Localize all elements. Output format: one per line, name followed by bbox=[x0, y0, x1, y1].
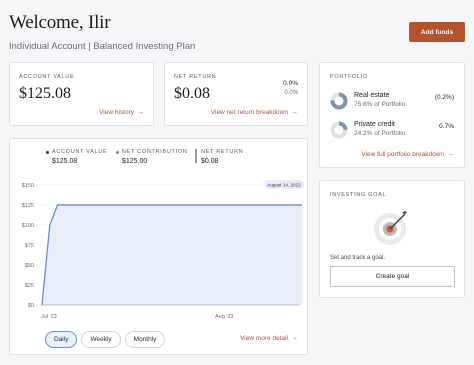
portfolio-item-name: Private credit bbox=[354, 121, 395, 128]
arrow-right-icon: → bbox=[447, 151, 454, 158]
net-return-percent: 0.0% bbox=[283, 80, 298, 87]
y-tick-label: $125 bbox=[22, 203, 34, 209]
performance-chart-card: ACCOUNT VALUE $125.08 NET CONTRIBUTION $… bbox=[9, 138, 308, 355]
add-funds-button[interactable]: Add funds bbox=[409, 22, 465, 42]
legend-net-contribution: NET CONTRIBUTION $125.00 bbox=[116, 149, 188, 165]
net-return-amount: $0.08 bbox=[174, 85, 210, 102]
legend-label: NET CONTRIBUTION bbox=[122, 149, 188, 155]
net-return-card: NET RETURN $0.08 0.0% 0.0% View net retu… bbox=[164, 62, 308, 126]
target-icon bbox=[374, 211, 407, 245]
y-tick-label: $25 bbox=[25, 283, 34, 289]
net-return-percent-sub: 0.0% bbox=[284, 90, 298, 96]
portfolio-item-real-estate: Real estate 75.8% of Portfolio bbox=[330, 92, 405, 110]
portfolio-item-name: Real estate bbox=[354, 92, 390, 99]
investing-goal-text: Set and track a goal. bbox=[330, 255, 386, 261]
legend-net-return: NET RETURN $0.08 bbox=[195, 149, 244, 165]
net-return-bar-mark bbox=[195, 149, 197, 163]
account-subtitle: Individual Account | Balanced Investing … bbox=[9, 41, 196, 52]
portfolio-label: PORTFOLIO bbox=[330, 74, 368, 80]
legend-label: NET RETURN bbox=[201, 149, 244, 155]
performance-chart[interactable]: $150 $125 $100 $75 $50 $25 $0 Jul '23 Aug '23 Aug… bbox=[10, 175, 309, 335]
legend-value: $0.08 bbox=[201, 158, 219, 165]
legend-value: $125.00 bbox=[122, 158, 148, 165]
legend-label: ACCOUNT VALUE bbox=[52, 149, 108, 155]
view-net-return-label: View net return breakdown bbox=[210, 109, 288, 116]
view-net-return-link[interactable]: View net return breakdown → bbox=[211, 109, 298, 116]
tab-monthly[interactable]: Monthly bbox=[124, 331, 166, 348]
x-tick-label: Aug '23 bbox=[215, 314, 233, 320]
account-value-amount: $125.08 bbox=[19, 85, 71, 102]
view-more-detail-link[interactable]: View more detail → bbox=[240, 335, 298, 342]
view-portfolio-breakdown-link[interactable]: View full portfolio breakdown → bbox=[361, 151, 454, 158]
portfolio-item-return: (0.2%) bbox=[434, 94, 454, 101]
period-tabs: Daily Weekly Monthly bbox=[45, 331, 166, 348]
view-portfolio-breakdown-label: View full portfolio breakdown bbox=[361, 151, 444, 158]
y-tick-label: $75 bbox=[25, 243, 34, 249]
y-tick-label: $0 bbox=[28, 303, 34, 309]
portfolio-card: PORTFOLIO Real estate 75.8% of Portfolio… bbox=[319, 62, 465, 168]
y-tick-label: $150 bbox=[22, 183, 34, 189]
donut-chart-icon bbox=[330, 92, 348, 110]
arrow-right-icon: → bbox=[291, 335, 298, 342]
account-value-card: ACCOUNT VALUE $125.08 View history → bbox=[9, 62, 154, 126]
date-badge-label: August 14, 2023 bbox=[267, 182, 301, 187]
donut-chart-icon bbox=[330, 121, 348, 139]
net-return-label: NET RETURN bbox=[174, 74, 217, 80]
create-goal-button[interactable]: Create goal bbox=[330, 266, 455, 287]
net-contribution-dot bbox=[116, 150, 119, 154]
account-value-dot bbox=[46, 150, 49, 154]
portfolio-item-return: 0.7% bbox=[439, 123, 454, 130]
arrow-right-icon: → bbox=[137, 109, 144, 116]
page-header: Welcome, Ilir Individual Account | Balan… bbox=[9, 12, 195, 52]
y-tick-label: $100 bbox=[22, 223, 34, 229]
view-history-label: View history bbox=[99, 109, 134, 116]
portfolio-item-share: 75.8% of Portfolio bbox=[354, 101, 406, 108]
view-history-link[interactable]: View history → bbox=[99, 109, 144, 116]
area-fill bbox=[42, 204, 302, 305]
tab-daily[interactable]: Daily bbox=[45, 331, 78, 348]
legend-account-value: ACCOUNT VALUE $125.08 bbox=[46, 149, 107, 165]
portfolio-item-private-credit: Private credit 24.2% of Portfolio bbox=[330, 121, 405, 139]
arrow-right-icon: → bbox=[291, 109, 298, 116]
view-more-detail-label: View more detail bbox=[240, 335, 288, 342]
investing-goal-card: INVESTING GOAL Set and track a goal. Cre… bbox=[319, 180, 465, 298]
tab-weekly[interactable]: Weekly bbox=[81, 331, 121, 348]
portfolio-item-share: 24.2% of Portfolio bbox=[354, 130, 406, 137]
welcome-title: Welcome, Ilir bbox=[9, 12, 111, 33]
y-tick-label: $50 bbox=[25, 263, 34, 269]
legend-value: $125.08 bbox=[52, 158, 78, 165]
account-value-label: ACCOUNT VALUE bbox=[19, 74, 75, 80]
x-tick-label: Jul '23 bbox=[41, 314, 57, 320]
investing-goal-label: INVESTING GOAL bbox=[330, 192, 387, 198]
